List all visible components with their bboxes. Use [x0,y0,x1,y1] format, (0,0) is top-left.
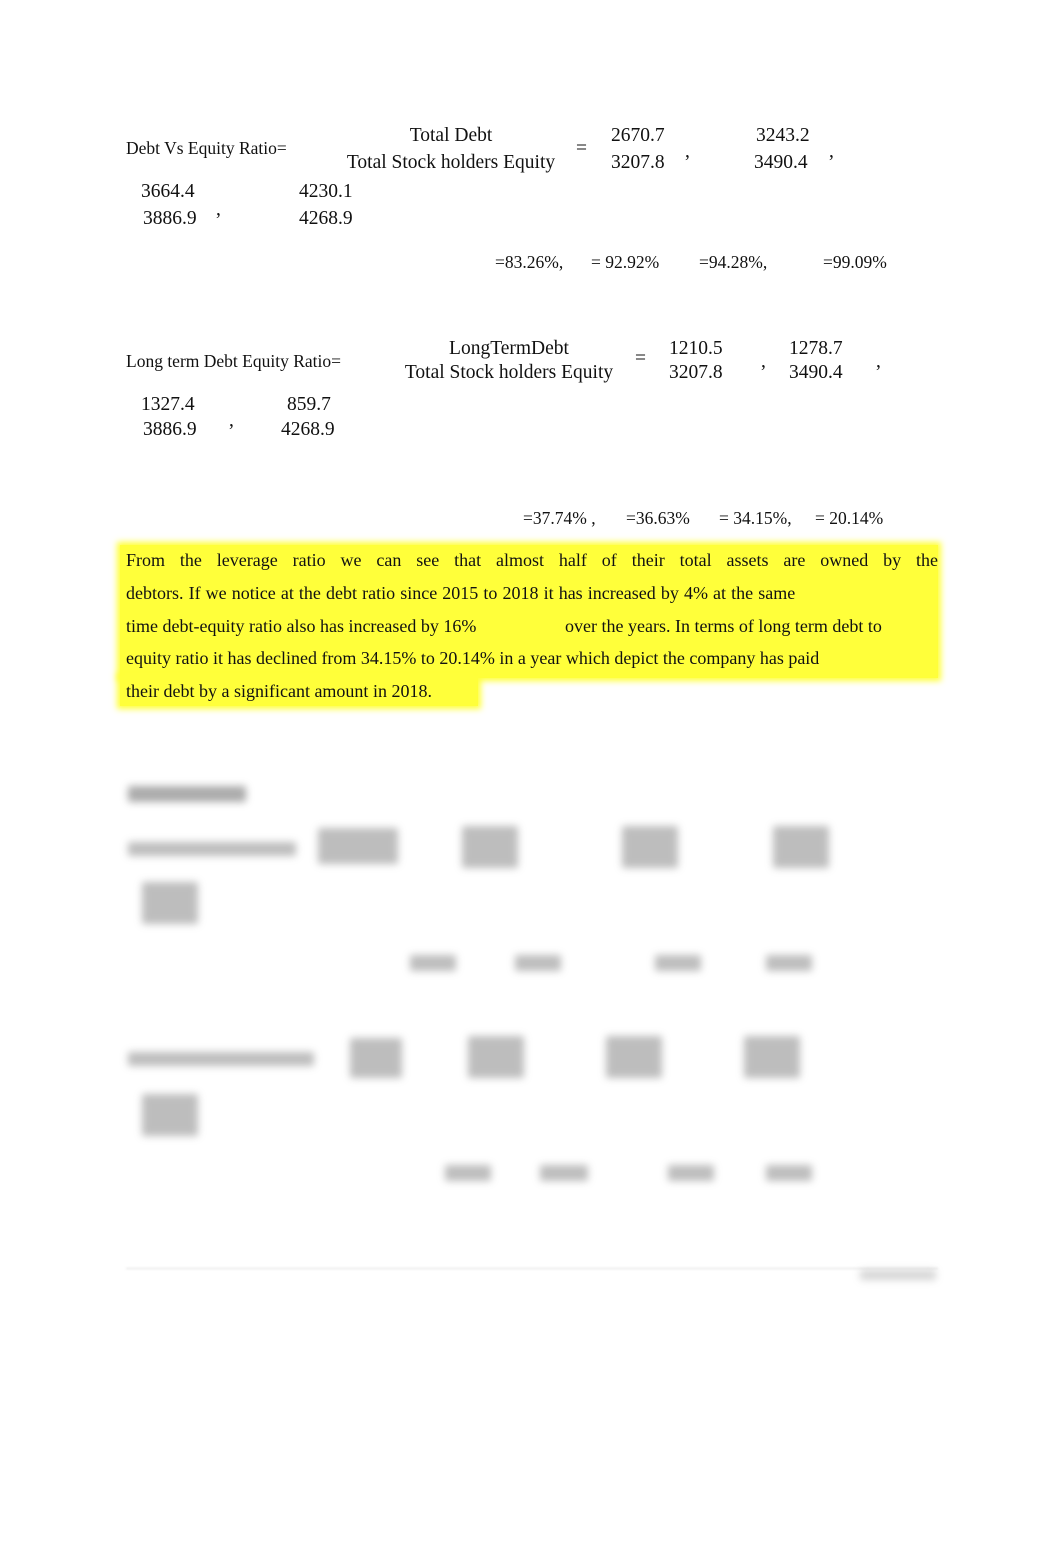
comma: , [685,141,690,162]
fraction-numerator: 3243.2 [756,125,810,146]
blurred-text [318,828,398,864]
long-term-numerator: LongTermDebt [449,338,569,359]
result-value: =37.74% , [523,508,596,528]
comma: , [876,351,881,372]
paragraph-line: debtors. If we notice at the debt ratio … [126,583,796,603]
fraction-numerator: 1278.7 [789,338,843,359]
blurred-text [410,955,456,971]
blurred-text [622,826,678,868]
fraction-denominator: 3886.9 [143,208,197,229]
blurred-text [468,1036,524,1078]
fraction-denominator: 4268.9 [299,208,353,229]
comma: , [229,410,234,431]
paragraph-line: time debt-equity ratio also has increase… [126,616,477,636]
equals-sign: = [576,138,587,159]
result-value: = 20.14% [815,508,884,528]
debt-equity-label: Debt Vs Equity Ratio= [126,138,287,158]
blurred-text [668,1165,714,1181]
paragraph-line: their debt by a significant amount in 20… [126,681,432,701]
long-term-denominator: Total Stock holders Equity [404,362,614,383]
fraction-numerator: 3664.4 [141,181,195,202]
footer-divider [126,1268,938,1269]
blurred-page-number [860,1270,936,1280]
blurred-text [350,1038,402,1078]
blurred-text [128,842,296,856]
blurred-text [142,882,198,924]
result-value: = 92.92% [591,252,660,272]
blurred-text [606,1036,662,1078]
result-value: = 34.15%, [719,508,792,528]
fraction-denominator: 4268.9 [281,419,335,440]
blurred-text [462,826,518,868]
fraction-denominator: 3207.8 [669,362,723,383]
long-term-label: Long term Debt Equity Ratio= [126,351,341,371]
fraction-numerator: 2670.7 [611,125,665,146]
blurred-text [540,1165,588,1181]
paragraph-line: over the years. In terms of long term de… [565,616,882,636]
blurred-text [142,1094,198,1136]
result-value: =83.26%, [495,252,564,272]
blurred-text [128,1052,314,1066]
paragraph-line: equity ratio it has declined from 34.15%… [126,648,820,668]
blurred-text [445,1165,491,1181]
blurred-text [766,1165,812,1181]
blurred-text [773,826,829,868]
blurred-text [766,955,812,971]
fraction-numerator: 1210.5 [669,338,723,359]
fraction-numerator: 859.7 [287,394,331,415]
blurred-heading [128,786,246,802]
fraction-denominator: 3490.4 [754,152,808,173]
blurred-text [655,955,701,971]
result-value: =94.28%, [699,252,768,272]
result-value: =36.63% [626,508,690,528]
equals-sign: = [635,348,646,369]
fraction-numerator: 1327.4 [141,394,195,415]
fraction-numerator: 4230.1 [299,181,353,202]
fraction-denominator: 3886.9 [143,419,197,440]
paragraph-line: From the leverage ratio we can see that … [126,550,938,570]
fraction-denominator: 3490.4 [789,362,843,383]
debt-equity-numerator: Total Debt [409,125,493,146]
comma: , [761,351,766,372]
debt-equity-denominator: Total Stock holders Equity [346,152,556,173]
blurred-text [744,1036,800,1078]
fraction-denominator: 3207.8 [611,152,665,173]
comma: , [829,141,834,162]
result-value: =99.09% [823,252,887,272]
blurred-text [515,955,561,971]
comma: , [216,199,221,220]
